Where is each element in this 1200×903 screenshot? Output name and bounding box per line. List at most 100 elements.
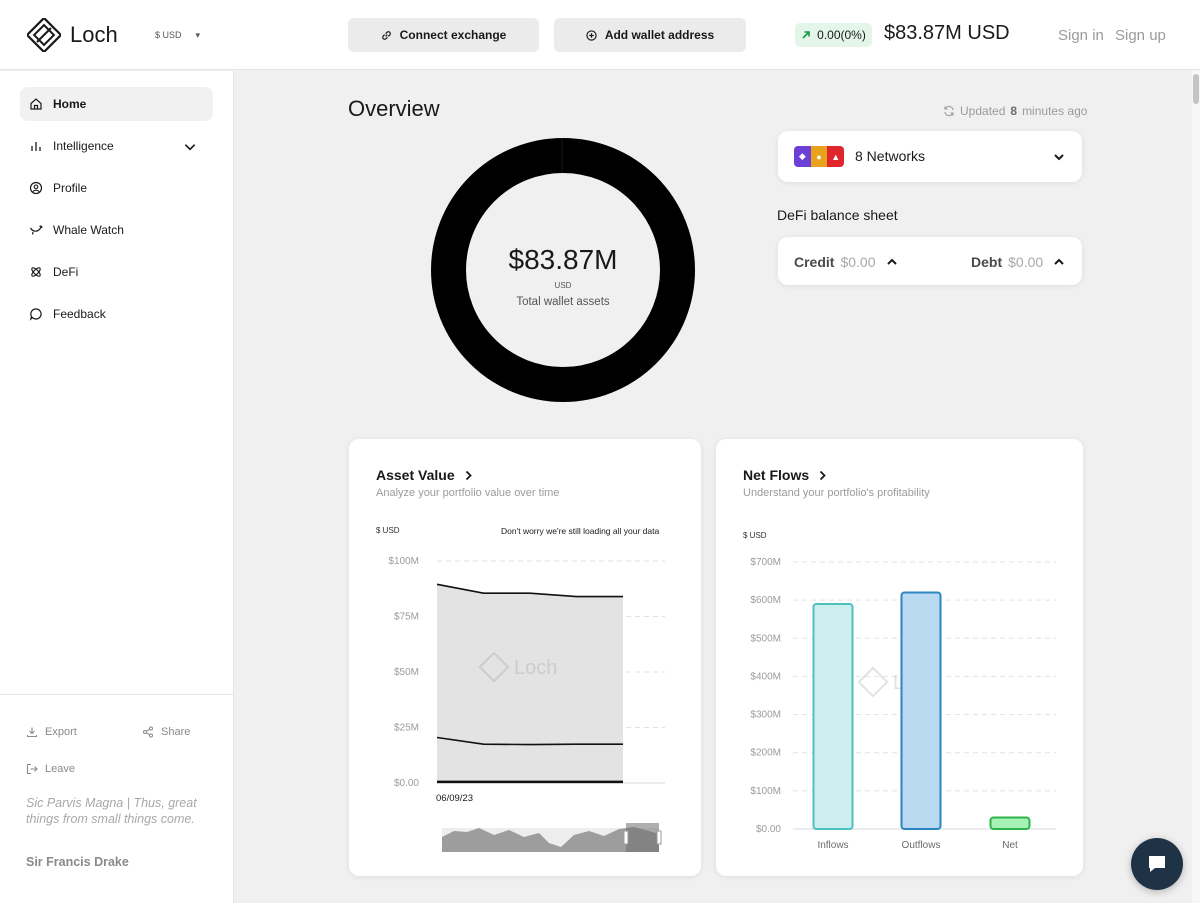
share-button[interactable]: Share	[142, 726, 190, 738]
sidebar-item-label: Profile	[53, 181, 88, 195]
sign-up-link[interactable]: Sign up	[1115, 27, 1166, 44]
brush-selection	[626, 823, 659, 852]
logout-icon	[26, 763, 38, 775]
chat-support-button[interactable]	[1131, 838, 1183, 890]
brush-handle-right	[656, 830, 662, 845]
y-tick-label: $25M	[394, 723, 419, 734]
home-icon	[30, 98, 42, 110]
defi-balance-card: Credit $0.00 Debt $0.00	[778, 237, 1082, 285]
sidebar-item-label: Feedback	[53, 307, 106, 321]
refresh-icon	[944, 105, 954, 117]
chevron-up-icon	[886, 258, 897, 265]
y-tick-label: $100M	[750, 786, 781, 797]
sidebar: Home Intelligence Profile Whale Watch De…	[0, 71, 234, 903]
x-tick-label: Net	[1002, 840, 1018, 851]
asset-value-chart: Loch $0.00 $25M $50M $75M $100M 06/09/23	[388, 556, 665, 852]
chat-icon	[29, 308, 42, 321]
asset-value-card: Asset Value Analyze your portfolio value…	[349, 439, 701, 876]
watermark-text: Loch	[514, 657, 557, 679]
chevron-down-icon: ▾	[195, 30, 201, 40]
atom-icon	[31, 267, 41, 277]
x-tick-label: Outflows	[902, 840, 941, 851]
sidebar-item-whale-watch[interactable]: Whale Watch	[20, 213, 213, 247]
credit-label: Credit	[794, 254, 835, 270]
sidebar-item-defi[interactable]: DeFi	[20, 255, 213, 289]
network-icons: ◆ ● ▲	[794, 146, 844, 167]
sidebar-item-label: Intelligence	[53, 139, 114, 153]
plus-circle-icon	[586, 29, 597, 41]
leave-button[interactable]: Leave	[26, 763, 75, 775]
connect-exchange-label: Connect exchange	[399, 28, 507, 42]
sidebar-divider	[0, 694, 234, 695]
area-edge	[437, 584, 438, 783]
y-tick-label: $50M	[394, 667, 419, 678]
quote-author: Sir Francis Drake	[26, 855, 129, 869]
sidebar-item-intelligence[interactable]: Intelligence	[20, 129, 213, 163]
ethereum-icon: ◆	[794, 146, 811, 167]
share-label: Share	[161, 726, 191, 738]
page-title: Overview	[348, 96, 440, 121]
sidebar-item-label: Home	[53, 97, 87, 111]
bar-outflows	[900, 591, 942, 830]
add-wallet-label: Add wallet address	[604, 28, 715, 42]
updated-value: 8	[1010, 104, 1018, 118]
donut-label: Total wallet assets	[516, 296, 610, 308]
debt-value: $0.00	[1008, 254, 1044, 270]
sidebar-item-home[interactable]: Home	[20, 87, 213, 121]
watermark-logo-icon	[857, 666, 889, 698]
chevron-up-icon	[1054, 258, 1064, 265]
donut-unit: USD	[554, 281, 572, 290]
sidebar-item-label: DeFi	[53, 265, 79, 279]
sidebar-item-feedback[interactable]: Feedback	[20, 297, 213, 331]
debt-toggle[interactable]: Debt $0.00	[971, 254, 1065, 270]
x-tick-label: Inflows	[817, 840, 848, 851]
chat-bubble-icon	[1149, 856, 1165, 872]
sidebar-item-label: Whale Watch	[53, 223, 124, 237]
whale-icon	[29, 225, 43, 235]
y-tick-label: $600M	[750, 595, 781, 606]
loch-logo-icon	[27, 18, 61, 52]
updated-prefix: Updated	[960, 104, 1006, 118]
connect-exchange-button[interactable]: Connect exchange	[348, 18, 539, 52]
debt-label: Debt	[971, 254, 1003, 270]
updated-suffix: minutes ago	[1022, 104, 1088, 118]
currency-selector[interactable]: $ USD ▾	[155, 30, 200, 41]
sidebar-item-profile[interactable]: Profile	[20, 171, 213, 205]
share-icon	[143, 726, 153, 738]
sidebar-quote: Sic Parvis Magna | Thus, great things fr…	[26, 796, 197, 826]
scrollbar-track[interactable]	[1192, 71, 1200, 903]
sign-in-link[interactable]: Sign in	[1058, 27, 1104, 44]
bar-inflows	[812, 602, 854, 830]
credit-value: $0.00	[840, 254, 876, 270]
area-fill	[437, 584, 623, 783]
y-tick-label: $75M	[394, 612, 419, 623]
y-tick-label: $0.00	[756, 824, 781, 835]
networks-dropdown[interactable]: ◆ ● ▲ 8 Networks	[778, 131, 1082, 182]
export-button[interactable]: Export	[26, 726, 77, 738]
bar-net	[989, 816, 1031, 830]
arrow-up-right-icon	[802, 31, 810, 39]
y-tick-label: $500M	[750, 633, 781, 644]
y-tick-label: $700M	[750, 557, 781, 568]
link-icon	[381, 30, 391, 40]
add-wallet-button[interactable]: Add wallet address	[554, 18, 746, 52]
net-flows-card: Net Flows Understand your portfolio's pr…	[716, 439, 1083, 876]
export-label: Export	[45, 726, 77, 738]
y-tick-label: $200M	[750, 748, 781, 759]
net-flows-chart: Loch $0.00$100M$200M$300M$400M$500M$600M…	[750, 557, 1056, 851]
change-value: 0.00(0%)	[817, 28, 866, 42]
credit-toggle[interactable]: Credit $0.00	[794, 254, 898, 270]
total-balance: $83.87M USD	[884, 22, 1010, 44]
defi-balance-title: DeFi balance sheet	[777, 207, 898, 223]
change-badge: 0.00(0%)	[795, 23, 872, 47]
currency-label: $ USD	[155, 30, 182, 40]
user-icon	[29, 181, 43, 195]
y-tick-label: $300M	[750, 710, 781, 721]
bar-chart-icon	[31, 142, 41, 151]
chevron-down-icon	[184, 144, 196, 151]
networks-label: 8 Networks	[855, 148, 926, 164]
scrollbar-thumb[interactable]	[1193, 74, 1199, 104]
x-tick-label: 06/09/23	[436, 793, 473, 804]
logo[interactable]: Loch	[27, 18, 118, 52]
download-icon	[26, 727, 38, 738]
